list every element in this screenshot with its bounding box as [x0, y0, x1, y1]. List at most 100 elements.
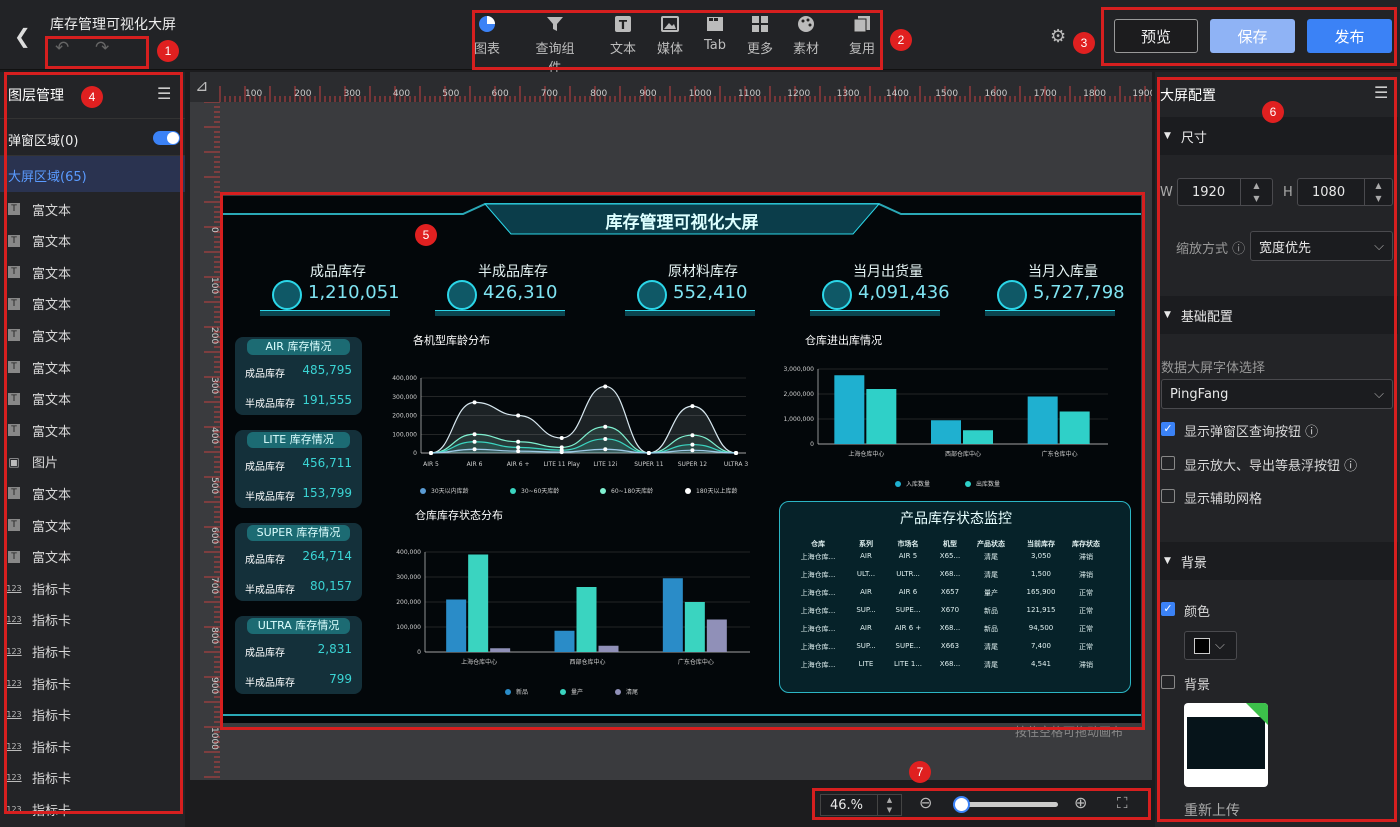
kpi-label: 当月出货量: [853, 264, 923, 280]
config-menu-icon[interactable]: ☰: [1374, 83, 1388, 102]
popup-query-checkbox[interactable]: ✓: [1161, 422, 1175, 436]
screen-area-row[interactable]: 大屏区域(65): [0, 156, 185, 192]
zoom-input[interactable]: 46.% ▲ ▼: [820, 794, 902, 816]
legend-marker: [965, 481, 971, 487]
layer-item[interactable]: T 富文本: [8, 294, 71, 314]
layer-item[interactable]: 123 指标卡: [6, 705, 71, 725]
layer-item[interactable]: 123 指标卡: [6, 799, 71, 819]
kpi-icon: [637, 280, 667, 310]
toolbar-tab[interactable]: Tab: [690, 14, 740, 53]
zoom-in-icon[interactable]: ⊕: [1074, 793, 1087, 812]
toolbar-chart[interactable]: 图表: [462, 14, 512, 57]
color-picker[interactable]: ⌵: [1184, 631, 1237, 660]
table-header: 系列: [859, 540, 873, 548]
height-stepper[interactable]: ▲ ▼: [1364, 179, 1392, 205]
layer-item[interactable]: T 富文本: [8, 389, 71, 409]
layer-item[interactable]: T 富文本: [8, 515, 71, 535]
zoom-slider-thumb[interactable]: [953, 796, 971, 813]
layer-item[interactable]: T 富文本: [8, 357, 71, 377]
data-point: [516, 449, 521, 454]
toolbar-more[interactable]: 更多: [735, 14, 785, 57]
layer-item[interactable]: T 富文本: [8, 483, 71, 503]
publish-button[interactable]: 发布: [1307, 19, 1392, 53]
inout-chart-title: 仓库进出库情况: [805, 334, 882, 347]
page-title: 库存管理可视化大屏: [50, 17, 176, 33]
bg-section-header[interactable]: ▼ 背景: [1158, 542, 1398, 580]
undo-icon[interactable]: ↶: [55, 38, 69, 58]
ruler-label: 700: [209, 577, 219, 594]
zoom-out-icon[interactable]: ⊖: [919, 793, 932, 812]
status-chart-title: 仓库库存状态分布: [415, 509, 503, 522]
bg-image-checkbox[interactable]: [1161, 675, 1175, 689]
bg-image-label: 背景: [1184, 678, 1211, 693]
layer-item[interactable]: T 富文本: [8, 199, 71, 219]
layer-item[interactable]: 123 指标卡: [6, 578, 71, 598]
dashboard-screen[interactable]: 库存管理可视化大屏 成品库存 1,210,051 半成品库存 426,310 原材料库存…: [223, 196, 1141, 723]
table-cell: 上海仓库...: [800, 625, 836, 633]
menu-icon[interactable]: ☰: [157, 84, 171, 103]
layer-item[interactable]: T 富文本: [8, 420, 71, 440]
redo-icon[interactable]: ↷: [95, 38, 109, 58]
basic-section-header[interactable]: ▼ 基础配置: [1158, 296, 1398, 334]
grid-label: 显示辅助网格: [1184, 492, 1263, 507]
grid-checkbox[interactable]: [1161, 489, 1175, 503]
layer-item-label: 富文本: [32, 393, 72, 409]
font-select[interactable]: PingFang ⌵: [1161, 379, 1393, 409]
table-cell: AIR: [860, 588, 872, 596]
metric-card-layer-icon: 123: [6, 710, 22, 720]
height-input[interactable]: 1080 ▲ ▼: [1297, 178, 1393, 206]
popup-area-toggle[interactable]: [153, 131, 180, 145]
layer-item[interactable]: 123 指标卡: [6, 610, 71, 630]
toolbar-text[interactable]: T 文本: [598, 14, 648, 57]
toolbar-query[interactable]: 查询组件: [530, 14, 580, 76]
layer-item-label: 富文本: [32, 329, 72, 345]
preview-button[interactable]: 预览: [1114, 19, 1198, 53]
zoom-stepper[interactable]: ▲ ▼: [877, 795, 901, 815]
table-cell: AIR 6 +: [894, 624, 922, 632]
float-button-checkbox[interactable]: [1161, 456, 1175, 470]
toolbar-media[interactable]: 媒体: [645, 14, 695, 57]
settings-sliders-icon[interactable]: ⚙: [1050, 26, 1066, 47]
layer-item[interactable]: 123 指标卡: [6, 736, 71, 756]
width-stepper[interactable]: ▲ ▼: [1240, 179, 1272, 205]
table-cell: SUP...: [856, 606, 876, 614]
layer-item[interactable]: T 富文本: [8, 547, 71, 567]
card-title: LITE 库存情况: [247, 432, 350, 448]
bar: [446, 599, 467, 652]
save-button[interactable]: 保存: [1210, 19, 1295, 53]
zoom-slider[interactable]: [953, 796, 1058, 813]
table-cell: ULTR...: [896, 570, 920, 578]
layer-item[interactable]: ▣ 图片: [8, 452, 58, 472]
toolbar-reuse[interactable]: 复用: [837, 14, 887, 57]
horizontal-ruler: 100 200 300 400 500 600 700 800 900 1000 1100 1200 1…: [190, 72, 1152, 102]
width-input[interactable]: 1920 ▲ ▼: [1177, 178, 1273, 206]
layer-item[interactable]: T 富文本: [8, 231, 71, 251]
data-point: [516, 413, 521, 418]
scale-select[interactable]: 宽度优先 ⌵: [1250, 231, 1393, 261]
x-tick-label: SUPER 11: [634, 461, 664, 468]
table-cell: 量产: [984, 589, 998, 597]
table-cell: 上海仓库...: [800, 607, 836, 615]
x-tick-label: 上海仓库中心: [461, 658, 497, 666]
y-tick-label: 2,000,000: [783, 391, 814, 398]
bg-thumbnail[interactable]: [1184, 703, 1268, 787]
size-section-header[interactable]: ▼ 尺寸: [1158, 117, 1398, 155]
caret-down-icon: ▼: [1164, 310, 1171, 320]
toolbar-material[interactable]: 素材: [781, 14, 831, 57]
ruler-label: 1000: [689, 89, 712, 99]
reupload-link[interactable]: 重新上传: [1184, 800, 1240, 820]
text-layer-icon: T: [8, 266, 20, 279]
popup-query-text: 显示弹窗区查询按钮: [1184, 425, 1302, 440]
color-checkbox[interactable]: ✓: [1161, 602, 1175, 616]
fit-screen-icon[interactable]: ⛶: [1117, 794, 1128, 812]
palette-icon: [798, 16, 814, 32]
layer-item[interactable]: 123 指标卡: [6, 768, 71, 788]
layer-item[interactable]: 123 指标卡: [6, 673, 71, 693]
table-cell: 正常: [1079, 607, 1093, 615]
data-point: [603, 384, 608, 389]
layer-item[interactable]: 123 指标卡: [6, 641, 71, 661]
back-icon[interactable]: ❮: [14, 24, 31, 48]
layer-item[interactable]: T 富文本: [8, 325, 71, 345]
series-card: AIR 库存情况 成品库存 485,795 半成品库存 191,555: [235, 337, 362, 415]
layer-item[interactable]: T 富文本: [8, 262, 71, 282]
